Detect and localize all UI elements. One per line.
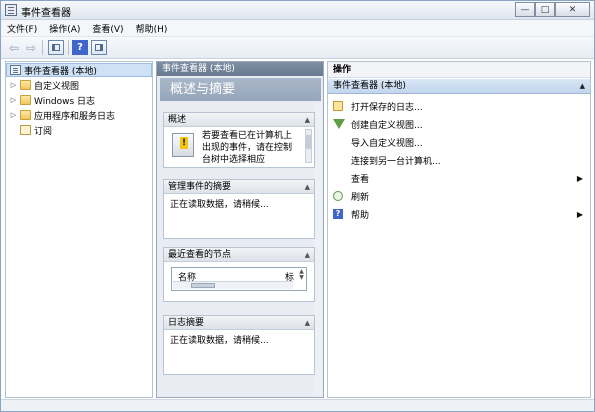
back-arrow-icon[interactable]: ⇦ xyxy=(6,40,22,55)
recent-nodes-section-header[interactable]: 最近查看的节点 ▲ xyxy=(164,248,314,262)
collapse-arrow-icon[interactable]: ▲ xyxy=(305,180,310,194)
subscriptions-icon xyxy=(20,125,31,135)
menu-help[interactable]: 帮助(H) xyxy=(136,22,168,35)
close-button[interactable]: ✕ xyxy=(555,2,590,17)
show-hide-tree-icon[interactable] xyxy=(48,40,64,55)
overview-scrollbar[interactable] xyxy=(314,103,322,395)
tree-item-label: 订阅 xyxy=(34,126,53,137)
managed-events-section-header[interactable]: 管理事件的摘要 ▲ xyxy=(164,180,314,194)
log-summary-section-title: 日志摘要 xyxy=(168,318,205,328)
recent-nodes-section-title: 最近查看的节点 xyxy=(168,250,232,260)
action-label: 刷新 xyxy=(351,192,370,203)
title-bar: 事件查看器 — □ ✕ xyxy=(1,1,594,20)
action-label: 帮助 xyxy=(351,210,370,221)
action-label: 连接到另一台计算机... xyxy=(351,156,441,167)
toolbar: ⇦ ⇨ ? xyxy=(1,37,594,59)
collapse-arrow-icon[interactable]: ▲ xyxy=(580,79,585,94)
menu-bar: 文件(F) 操作(A) 查看(V) 帮助(H) xyxy=(1,20,594,37)
menu-file[interactable]: 文件(F) xyxy=(7,22,37,35)
log-summary-section: 日志摘要 ▲ 正在读取数据，请稍候... xyxy=(163,315,315,375)
actions-pane: 操作 事件查看器 (本地) ▲ 打开保存的日志... 创建自定义视图... 导入… xyxy=(327,61,591,398)
window-controls: — □ ✕ xyxy=(515,2,590,17)
menu-action[interactable]: 操作(A) xyxy=(49,22,80,35)
submenu-arrow-icon: ▶ xyxy=(576,209,583,219)
submenu-arrow-icon: ▶ xyxy=(576,173,583,183)
tree-root-label: 事件查看器 (本地) xyxy=(24,66,97,77)
managed-events-section: 管理事件的摘要 ▲ 正在读取数据，请稍候... xyxy=(163,179,315,239)
action-label: 查看 xyxy=(351,174,370,185)
show-hide-actions-icon[interactable] xyxy=(91,40,107,55)
overview-section-header[interactable]: 概述 ▲ xyxy=(164,113,314,127)
collapse-arrow-icon[interactable]: ▲ xyxy=(305,316,310,330)
tree-item-label: Windows 日志 xyxy=(34,96,96,107)
scrollbar-thumb[interactable] xyxy=(191,283,215,288)
console-tree: 事件查看器 (本地) ▷ 自定义视图 ▷ Windows 日志 ▷ 应用程序和服… xyxy=(5,61,153,398)
tree-item-custom-views[interactable]: ▷ 自定义视图 xyxy=(6,78,152,92)
list-scroll-arrows-icon[interactable]: ▲ ▼ xyxy=(298,269,305,281)
recent-nodes-hscrollbar[interactable] xyxy=(173,281,293,289)
managed-events-section-title: 管理事件的摘要 xyxy=(168,182,232,192)
recent-nodes-list[interactable]: 名称 标 ▲ ▼ xyxy=(171,267,307,291)
action-create-custom-view[interactable]: 创建自定义视图... xyxy=(328,115,590,133)
event-log-icon xyxy=(172,133,194,157)
event-viewer-window: 事件查看器 — □ ✕ 文件(F) 操作(A) 查看(V) 帮助(H) ⇦ ⇨ … xyxy=(0,0,595,412)
tree-item-label: 应用程序和服务日志 xyxy=(34,111,116,122)
minimize-button[interactable]: — xyxy=(515,2,535,17)
overview-section-body: 若要查看已在计算机上出现的事件，请在控制台树中选择相应 xyxy=(164,127,314,167)
overview-text-scrollbar[interactable] xyxy=(305,129,312,163)
folder-open-icon xyxy=(333,101,343,111)
managed-events-text: 正在读取数据，请稍候... xyxy=(170,200,269,210)
event-viewer-app-icon xyxy=(5,4,17,16)
recent-nodes-section: 最近查看的节点 ▲ 名称 标 ▲ ▼ xyxy=(163,247,315,302)
action-label: 打开保存的日志... xyxy=(351,102,423,113)
expand-arrow-icon[interactable]: ▷ xyxy=(9,111,18,119)
tree-item-app-service-logs[interactable]: ▷ 应用程序和服务日志 xyxy=(6,108,152,122)
overview-pane-header: 事件查看器 (本地) xyxy=(157,62,323,76)
log-summary-section-header[interactable]: 日志摘要 ▲ xyxy=(164,316,314,330)
action-help[interactable]: ? 帮助 ▶ xyxy=(328,205,590,223)
overview-text: 若要查看已在计算机上出现的事件，请在控制台树中选择相应 xyxy=(202,131,293,165)
actions-group-header[interactable]: 事件查看器 (本地) ▲ xyxy=(328,79,590,94)
help-icon: ? xyxy=(333,209,343,219)
help-icon[interactable]: ? xyxy=(72,40,88,55)
log-summary-text: 正在读取数据，请稍候... xyxy=(170,336,269,346)
menu-view[interactable]: 查看(V) xyxy=(92,22,123,35)
overview-section-title: 概述 xyxy=(168,115,187,125)
folder-icon xyxy=(20,110,31,120)
actions-group-title: 事件查看器 (本地) xyxy=(333,81,406,91)
tree-item-subscriptions[interactable]: 订阅 xyxy=(6,123,152,137)
forward-arrow-icon[interactable]: ⇨ xyxy=(23,40,39,55)
overview-section: 概述 ▲ 若要查看已在计算机上出现的事件，请在控制台树中选择相应 xyxy=(163,112,315,168)
overview-banner: 概述与摘要 xyxy=(160,78,321,101)
tree-item-windows-logs[interactable]: ▷ Windows 日志 xyxy=(6,93,152,107)
maximize-button[interactable]: □ xyxy=(535,2,555,17)
toolbar-separator xyxy=(42,40,43,55)
folder-icon xyxy=(20,80,31,90)
overview-pane: 事件查看器 (本地) 概述与摘要 概述 ▲ 若要查看已在计算机上出现的事件，请在… xyxy=(156,61,324,398)
actions-pane-header: 操作 xyxy=(328,62,590,78)
action-view[interactable]: 查看 ▶ xyxy=(328,169,590,187)
refresh-icon xyxy=(333,191,343,201)
tree-root-event-viewer[interactable]: 事件查看器 (本地) xyxy=(6,63,152,77)
action-label: 创建自定义视图... xyxy=(351,120,423,131)
action-connect-computer[interactable]: 连接到另一台计算机... xyxy=(328,151,590,169)
action-refresh[interactable]: 刷新 xyxy=(328,187,590,205)
window-title: 事件查看器 xyxy=(21,8,71,19)
collapse-arrow-icon[interactable]: ▲ xyxy=(305,248,310,262)
expand-arrow-icon[interactable]: ▷ xyxy=(9,96,18,104)
filter-icon xyxy=(333,119,345,129)
toolbar-separator xyxy=(68,40,69,55)
tree-item-label: 自定义视图 xyxy=(34,81,80,92)
action-label: 导入自定义视图... xyxy=(351,138,423,149)
action-import-custom-view[interactable]: 导入自定义视图... xyxy=(328,133,590,151)
status-bar xyxy=(1,399,594,411)
folder-icon xyxy=(20,95,31,105)
event-viewer-icon xyxy=(10,65,21,75)
action-open-saved-log[interactable]: 打开保存的日志... xyxy=(328,97,590,115)
expand-arrow-icon[interactable]: ▷ xyxy=(9,81,18,89)
collapse-arrow-icon[interactable]: ▲ xyxy=(305,113,310,127)
